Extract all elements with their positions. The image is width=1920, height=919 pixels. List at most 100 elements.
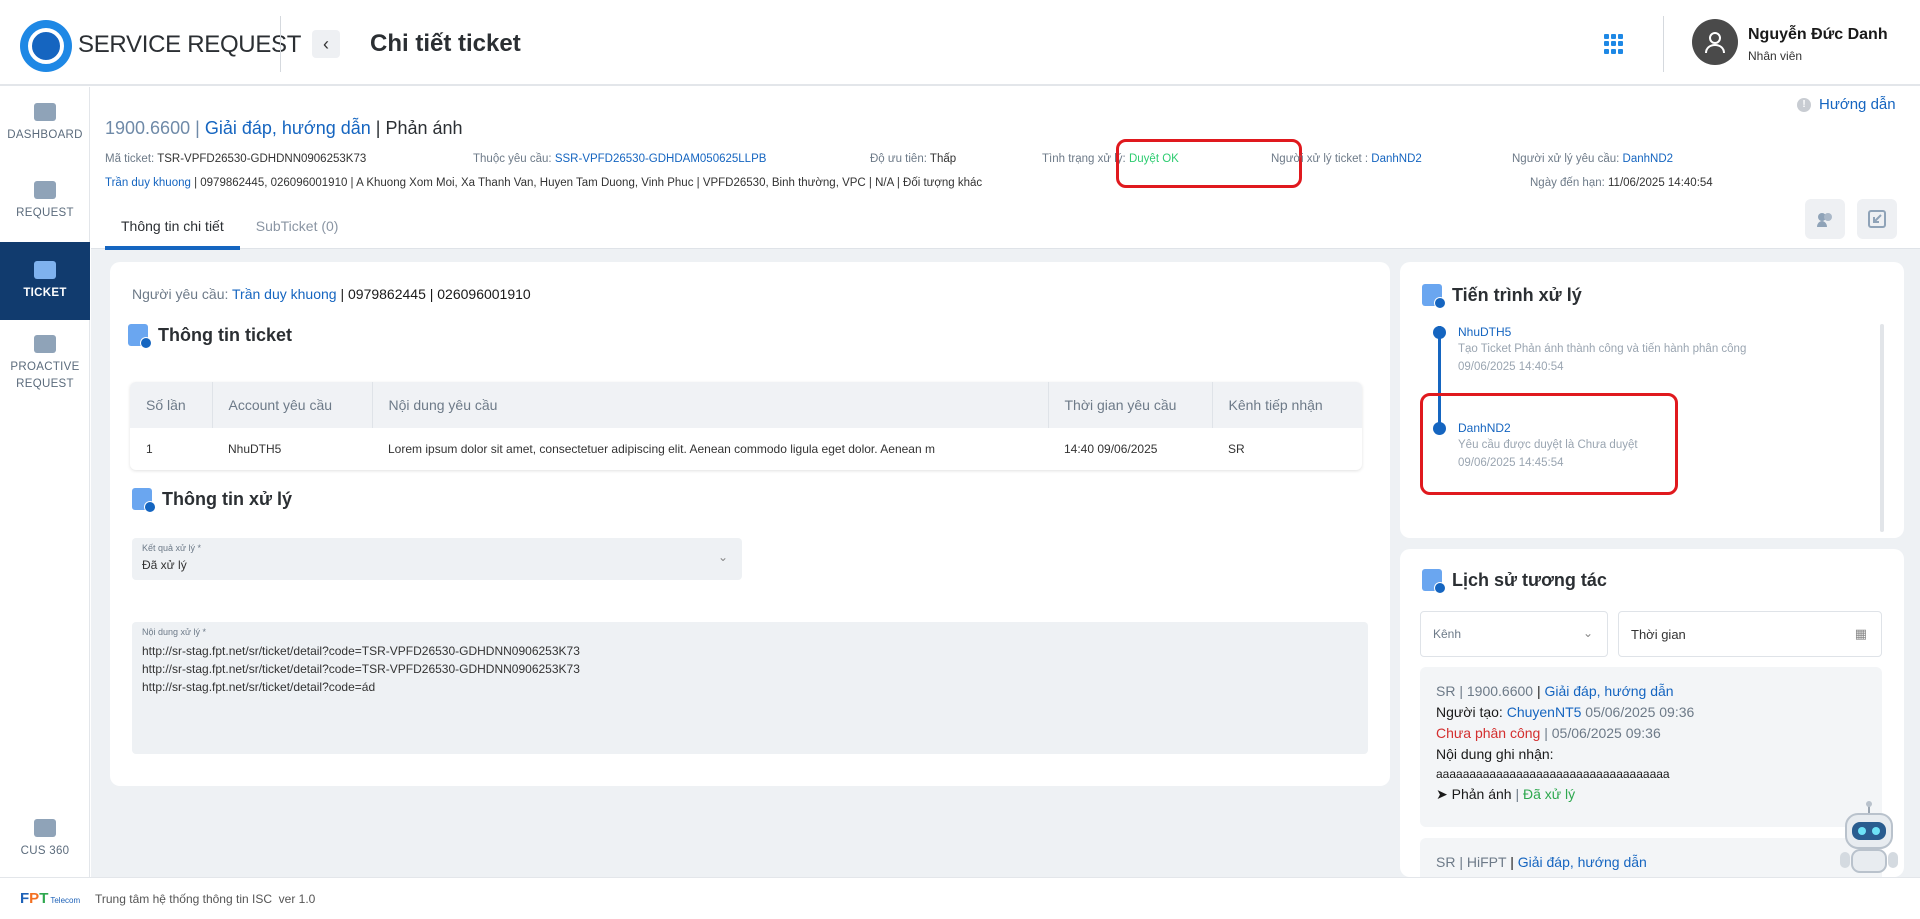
result: Đã xử lý xyxy=(1523,786,1576,802)
request-table: Số lần Account yêu cầu Nội dung yêu cầu … xyxy=(130,382,1362,470)
section-tien-trinh: Tiến trình xử lý xyxy=(1422,284,1582,309)
status-time: 05/06/2025 09:36 xyxy=(1551,725,1661,741)
section-title: Lịch sử tương tác xyxy=(1452,569,1607,590)
user-settings-icon xyxy=(132,488,156,513)
app-logo[interactable] xyxy=(20,20,72,72)
history-head: SR | 1900.6600 | Giải đáp, hướng dẫn xyxy=(1436,683,1674,699)
channel-select[interactable]: Kênh ⌄ xyxy=(1420,611,1608,657)
sidebar-item-request[interactable]: REQUEST xyxy=(0,181,90,222)
phone: 1900.6600 xyxy=(1466,683,1534,699)
category: Giải đáp, hướng dẫn xyxy=(1517,854,1647,870)
sidebar: DASHBOARD REQUEST TICKET PROACTIVE REQUE… xyxy=(0,87,90,877)
table-cell: NhuDTH5 xyxy=(228,442,282,456)
arrow-icon: ➤ xyxy=(1436,786,1448,802)
nguoi-xu-ly-yeu-cau: Người xử lý yêu cầu: DanhND2 xyxy=(1512,153,1673,165)
separator: | xyxy=(195,118,200,138)
field-label: Nội dung xử lý * xyxy=(142,627,207,637)
history-head: SR | HiFPT | Giải đáp, hướng dẫn xyxy=(1436,854,1647,870)
ticket-category[interactable]: Giải đáp, hướng dẫn xyxy=(205,118,371,138)
ngay-den-han-label: Ngày đến hạn: xyxy=(1530,177,1605,189)
section-title: Thông tin xử lý xyxy=(162,488,293,509)
nguoi-xu-ly-yeu-cau-link[interactable]: DanhND2 xyxy=(1623,153,1674,165)
channel-placeholder: Kênh xyxy=(1433,627,1462,641)
ticket-title: 1900.6600 | Giải đáp, hướng dẫn | Phản á… xyxy=(105,118,463,139)
export-icon xyxy=(1868,210,1886,228)
history-card: Lịch sử tương tác Kênh ⌄ Thời gian ▦ SR … xyxy=(1400,549,1904,877)
ket-qua-xu-ly-select[interactable]: Kết quả xử lý * Đã xử lý ⌄ xyxy=(132,538,742,580)
scrollbar[interactable] xyxy=(1880,324,1884,532)
guide-link[interactable]: ! Hướng dẫn xyxy=(1797,96,1896,113)
table-row[interactable]: 1 NhuDTH5 Lorem ipsum dolor sit amet, co… xyxy=(130,428,1362,470)
time-filter-input[interactable]: Thời gian ▦ xyxy=(1618,611,1882,657)
history-result: ➤ Phản ánh | Đã xử lý xyxy=(1436,786,1575,803)
ngay-den-han-value: 11/06/2025 14:40:54 xyxy=(1608,177,1713,189)
sidebar-item-ticket[interactable]: TICKET xyxy=(0,242,90,320)
calendar-icon: ▦ xyxy=(1854,626,1867,641)
chevron-down-icon: ⌄ xyxy=(1582,626,1593,640)
source: SR xyxy=(1436,683,1456,699)
chatbot-robot-icon[interactable] xyxy=(1836,800,1902,876)
top-header: SERVICE REQUEST ‹ Chi tiết ticket Nguyễn… xyxy=(0,0,1920,86)
nguoi-xu-ly-ticket-link[interactable]: DanhND2 xyxy=(1371,153,1422,165)
separator: | xyxy=(1459,854,1463,870)
timeline-user[interactable]: NhuDTH5 xyxy=(1458,325,1511,339)
sidebar-item-dashboard[interactable]: DASHBOARD xyxy=(0,103,90,144)
user-icon xyxy=(1705,32,1725,54)
requester-name-link[interactable]: Trần duy khuong xyxy=(232,286,337,302)
user-history-icon xyxy=(1422,569,1446,594)
avatar[interactable] xyxy=(1692,19,1738,65)
customer-info: | 0979862445, 026096001910 | A Khuong Xo… xyxy=(190,177,983,189)
textarea-line: http://sr-stag.fpt.net/sr/ticket/detail?… xyxy=(142,644,580,658)
section-thong-tin-ticket: Thông tin ticket xyxy=(128,324,292,349)
tab-subticket[interactable]: SubTicket (0) xyxy=(240,208,355,250)
ngay-den-han: Ngày đến hạn: 11/06/2025 14:40:54 xyxy=(1530,177,1713,189)
phone: HiFPT xyxy=(1466,854,1507,870)
sidebar-item-proactive-request[interactable]: PROACTIVE REQUEST xyxy=(0,335,90,393)
sidebar-item-label: TICKET xyxy=(23,286,67,299)
creator-link[interactable]: ChuyenNT5 xyxy=(1507,704,1582,720)
ticket-header: ! Hướng dẫn 1900.6600 | Giải đáp, hướng … xyxy=(91,87,1920,250)
edit-icon xyxy=(34,335,56,353)
customer-name-link[interactable]: Trần duy khuong xyxy=(105,177,191,189)
separator: | xyxy=(375,118,381,138)
user-role: Nhân viên xyxy=(1748,49,1803,63)
separator: | xyxy=(1510,854,1514,870)
history-status: Chưa phân công | 05/06/2025 09:36 xyxy=(1436,725,1661,741)
apps-grid-icon[interactable] xyxy=(1604,34,1624,54)
highlight-box xyxy=(1420,393,1678,495)
timeline-desc: Tạo Ticket Phản ánh thành công và tiến h… xyxy=(1458,343,1747,355)
section-title: Thông tin ticket xyxy=(158,324,292,345)
chevron-down-icon: ⌄ xyxy=(717,550,728,564)
app-name: SERVICE REQUEST xyxy=(78,31,302,58)
thuoc-yeu-cau: Thuộc yêu cầu: SSR-VPFD26530-GDHDAM05062… xyxy=(473,153,766,165)
edit-icon xyxy=(34,181,56,199)
nguoi-xu-ly-ticket-label: Người xử lý ticket : xyxy=(1271,153,1369,165)
col-header: Số lần xyxy=(130,382,213,428)
ticket-phone: 1900.6600 xyxy=(105,118,191,138)
contact-card-icon xyxy=(34,819,56,837)
main-content: ! Hướng dẫn 1900.6600 | Giải đáp, hướng … xyxy=(91,87,1920,877)
tab-thong-tin-chi-tiet[interactable]: Thông tin chi tiết xyxy=(105,208,240,250)
guide-label: Hướng dẫn xyxy=(1819,96,1896,113)
timeline-dot xyxy=(1433,326,1446,339)
ma-ticket: Mã ticket: TSR-VPFD26530-GDHDNN0906253K7… xyxy=(105,153,366,165)
noi-dung-xu-ly-textarea[interactable]: Nội dung xử lý * http://sr-stag.fpt.net/… xyxy=(132,622,1368,754)
footer-text: Trung tâm hệ thống thông tin ISC ver 1.0 xyxy=(95,892,315,906)
timeline-time: 09/06/2025 14:40:54 xyxy=(1458,361,1564,373)
thuoc-yeu-cau-link[interactable]: SSR-VPFD26530-GDHDAM050625LLPB xyxy=(555,153,767,165)
history-item[interactable]: SR | HiFPT | Giải đáp, hướng dẫn xyxy=(1420,838,1882,877)
sidebar-item-label: PROACTIVE REQUEST xyxy=(10,361,80,390)
separator: | xyxy=(1515,786,1520,802)
table-cell: 1 xyxy=(146,442,153,456)
sidebar-item-label: DASHBOARD xyxy=(7,129,83,141)
history-item[interactable]: SR | 1900.6600 | Giải đáp, hướng dẫn Ngư… xyxy=(1420,667,1882,827)
progress-card: Tiến trình xử lý NhuDTH5 Tạo Ticket Phản… xyxy=(1400,262,1904,538)
sidebar-item-cus360[interactable]: CUS 360 xyxy=(0,819,90,860)
time-placeholder: Thời gian xyxy=(1631,627,1686,642)
tinh-trang-label: Tình trạng xử lý: xyxy=(1042,153,1126,165)
export-button[interactable] xyxy=(1857,199,1897,239)
users-icon xyxy=(1817,213,1832,227)
section-title: Tiến trình xử lý xyxy=(1452,284,1582,305)
assign-user-button[interactable] xyxy=(1805,199,1845,239)
back-button[interactable]: ‹ xyxy=(312,30,340,58)
